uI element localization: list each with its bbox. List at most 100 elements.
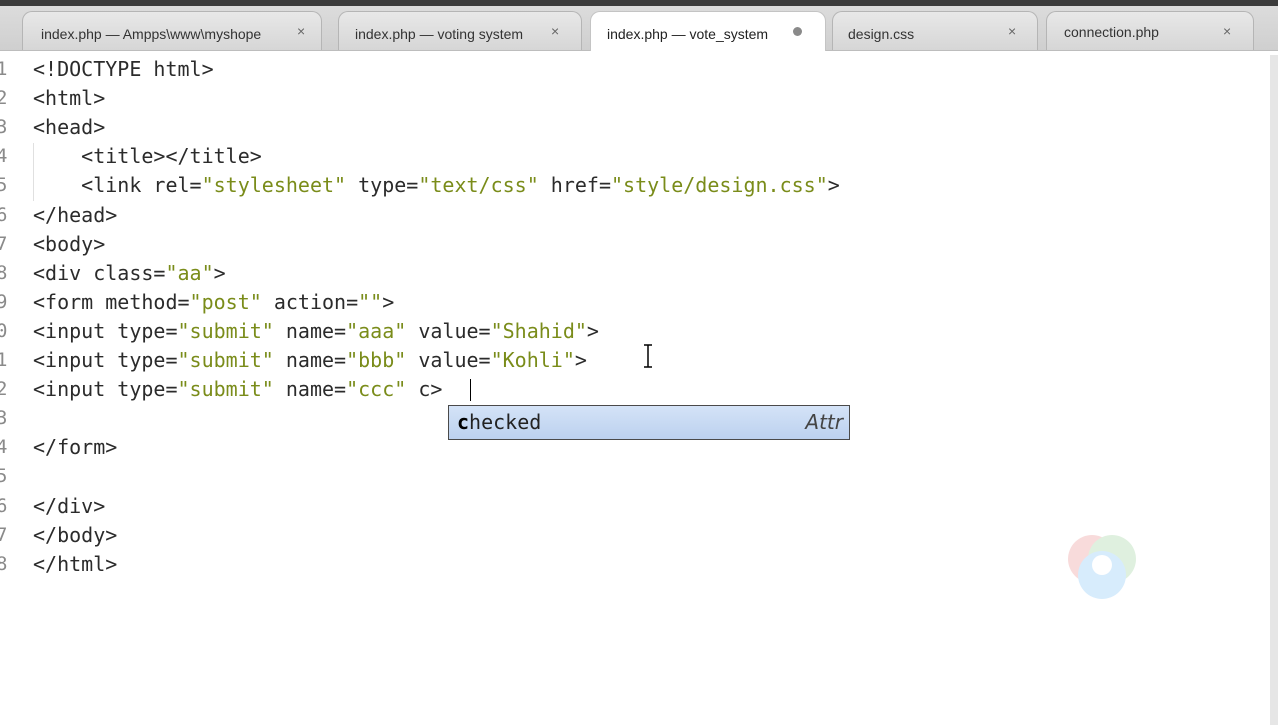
line-number: 6 (0, 203, 8, 226)
code-token: href= (538, 173, 611, 198)
autocomplete-typed: c (457, 410, 470, 434)
code-token: </head> (33, 202, 118, 227)
code-line[interactable]: <!DOCTYPE html> (33, 55, 214, 84)
code-token: name= (273, 348, 347, 372)
line-number: 0 (0, 319, 8, 342)
code-token: <input type= (33, 348, 178, 372)
string-token: "" (358, 289, 383, 314)
code-token: value= (406, 348, 491, 372)
code-line[interactable]: <input type="submit" name="ccc" c> (33, 375, 442, 404)
code-token: <head> (33, 115, 106, 140)
code-line[interactable]: <form method="post" action=""> (33, 288, 394, 317)
tab-label: design.css (848, 26, 915, 42)
code-token: </html> (33, 551, 118, 576)
tab-connection-php[interactable]: connection.php × (1046, 11, 1254, 50)
code-line[interactable]: </body> (33, 521, 117, 550)
tab-bar: index.php — Ampps\www\myshope × index.ph… (0, 6, 1278, 51)
code-line[interactable]: </head> (33, 201, 117, 230)
code-token: type= (346, 173, 419, 198)
string-token: "aa" (165, 260, 214, 285)
string-token: "text/css" (418, 173, 539, 198)
code-line[interactable]: <html> (33, 84, 105, 113)
code-token: <html> (33, 86, 106, 111)
code-token: name= (273, 318, 347, 343)
tab-label: index.php — Ampps\www\myshope (41, 26, 262, 42)
line-number: 6 (0, 494, 8, 517)
close-icon[interactable]: × (1223, 24, 1231, 38)
ibeam-cursor-icon (644, 344, 652, 368)
close-icon[interactable]: × (1008, 24, 1016, 38)
code-token: > (574, 348, 587, 372)
string-token: "post" (189, 289, 262, 314)
code-line[interactable]: <input type="submit" name="aaa" value="S… (33, 317, 599, 346)
code-token: <title></title> (33, 144, 262, 169)
code-token: <link rel= (33, 173, 202, 198)
code-line[interactable]: </html> (33, 550, 117, 579)
vertical-scrollbar[interactable] (1270, 55, 1278, 725)
line-number: 8 (0, 261, 8, 284)
line-number: 4 (0, 145, 8, 168)
code-line[interactable]: <link rel="stylesheet" type="text/css" h… (33, 171, 840, 200)
watermark-logo-icon (1068, 535, 1136, 599)
code-token: action= (261, 289, 359, 314)
line-number: 8 (0, 552, 8, 575)
code-token: <body> (33, 231, 106, 256)
tab-design-css[interactable]: design.css × (832, 11, 1038, 50)
line-number: 2 (0, 87, 8, 110)
close-icon[interactable]: × (551, 24, 559, 38)
line-number: 1 (0, 58, 8, 80)
string-token: "submit" (177, 318, 274, 343)
line-number: 1 (0, 349, 8, 371)
autocomplete-suggestion[interactable]: checked (457, 410, 541, 434)
string-token: "aaa" (346, 318, 407, 343)
line-number: 7 (0, 232, 8, 255)
line-number: 3 (0, 407, 8, 430)
code-token: <input type= (33, 318, 178, 343)
code-line[interactable]: <title></title> (33, 142, 262, 171)
string-token: "bbb" (346, 348, 407, 372)
code-line[interactable]: <div class="aa"> (33, 259, 226, 288)
line-number: 5 (0, 465, 8, 488)
code-token: <div class= (33, 260, 166, 285)
tab-label: index.php — vote_system (607, 26, 769, 42)
code-token: <!DOCTYPE html> (33, 57, 214, 81)
line-number: 4 (0, 436, 8, 459)
code-token: value= (406, 318, 491, 343)
autocomplete-kind: Attr (805, 410, 843, 434)
string-token: "Kohli" (490, 348, 575, 372)
line-number: 3 (0, 116, 8, 139)
code-token: <input type= (33, 377, 178, 402)
line-number: 2 (0, 378, 8, 401)
code-line[interactable]: <head> (33, 113, 105, 142)
code-token: </div> (33, 493, 106, 518)
string-token: "Shahid" (490, 318, 587, 343)
tab-label: index.php — voting system (355, 26, 524, 42)
code-token: > (382, 289, 395, 314)
string-token: "submit" (177, 377, 274, 402)
code-token: > (827, 173, 840, 198)
code-token: </body> (33, 522, 118, 547)
tab-index-vote-system[interactable]: index.php — vote_system (590, 11, 826, 51)
string-token: "ccc" (346, 377, 407, 402)
line-number: 5 (0, 174, 8, 197)
autocomplete-popup[interactable]: checked Attr (448, 405, 850, 440)
unsaved-dot-icon[interactable] (793, 27, 802, 36)
code-line[interactable]: </div> (33, 492, 105, 521)
close-icon[interactable]: × (297, 24, 305, 38)
tab-index-voting-system[interactable]: index.php — voting system × (338, 11, 582, 50)
code-token: <form method= (33, 289, 190, 314)
autocomplete-rest: hecked (469, 410, 542, 434)
code-line[interactable]: </form> (33, 433, 117, 462)
line-number: 9 (0, 290, 8, 313)
code-line[interactable]: <body> (33, 230, 105, 259)
tab-label: connection.php (1064, 24, 1159, 40)
tab-index-myshope[interactable]: index.php — Ampps\www\myshope × (22, 11, 322, 50)
code-token: </form> (33, 435, 118, 460)
code-token: > (213, 260, 226, 285)
string-token: "submit" (177, 348, 274, 372)
code-token: > (586, 318, 599, 343)
code-token: c> (406, 377, 443, 402)
text-caret (470, 379, 471, 401)
code-token: name= (273, 377, 347, 402)
code-line[interactable]: <input type="submit" name="bbb" value="K… (33, 346, 587, 375)
